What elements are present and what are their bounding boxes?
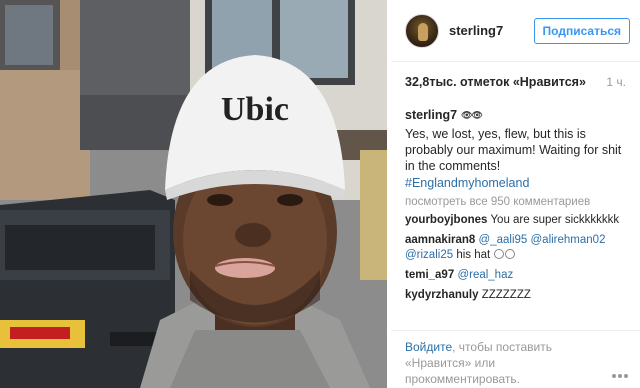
login-line-1: Войдите, чтобы поставить bbox=[405, 339, 626, 355]
post-photo-image: Ubic bbox=[0, 0, 387, 388]
comment-mention[interactable]: @_aali95 bbox=[479, 234, 528, 246]
comment-mention[interactable]: @rizali25 bbox=[405, 249, 453, 261]
comments-list: sterling7 👁👁 Yes, we lost, yes, flew, bu… bbox=[391, 108, 640, 303]
cap-logo-text: Ubic bbox=[221, 91, 289, 128]
comment-mention[interactable]: @real_haz bbox=[457, 269, 513, 281]
more-options-icon[interactable] bbox=[612, 374, 630, 380]
comment-text: his hat bbox=[456, 249, 491, 261]
or-text: или bbox=[471, 356, 496, 370]
eyes-emoji-icon: 👁👁 bbox=[461, 109, 483, 120]
comment-item: yourboyjbones You are super sickkkkkkk bbox=[405, 213, 626, 228]
caption-text: Yes, we lost, yes, flew, but this is pro… bbox=[405, 127, 622, 173]
post-sidebar: sterling7 Подписаться 32,8тыс. отметок «… bbox=[391, 0, 640, 388]
comment-text: ZZZZZZZ bbox=[481, 289, 531, 301]
comment-item: kydyrzhanuly ZZZZZZZ bbox=[405, 288, 626, 303]
caption-header: sterling7 👁👁 bbox=[405, 108, 626, 122]
post-header: sterling7 Подписаться bbox=[391, 0, 640, 62]
login-line-3: прокомментировать. bbox=[405, 372, 520, 386]
view-all-comments-link[interactable]: посмотреть все 950 комментариев bbox=[405, 196, 626, 208]
comment-username[interactable]: aamnakiran8 bbox=[405, 234, 475, 246]
smile-emoji-icon bbox=[494, 249, 505, 259]
post-time[interactable]: 1 ч. bbox=[606, 75, 626, 89]
smile-emoji-icon bbox=[505, 249, 516, 259]
likes-row: 32,8тыс. отметок «Нравится» 1 ч. bbox=[391, 62, 640, 102]
login-link[interactable]: Войдите bbox=[405, 340, 452, 354]
likes-count[interactable]: 32,8тыс. отметок «Нравится» bbox=[405, 75, 586, 89]
comment-mention[interactable]: @alirehman02 bbox=[531, 234, 606, 246]
login-text: , чтобы поставить bbox=[452, 340, 552, 354]
comment-item: aamnakiran8 @_aali95 @alirehman02 @rizal… bbox=[405, 233, 626, 263]
header-username[interactable]: sterling7 bbox=[449, 23, 534, 38]
login-line-2: «Нравится» или bbox=[405, 355, 626, 371]
comment-username[interactable]: yourboyjbones bbox=[405, 214, 487, 226]
like-text: «Нравится» bbox=[405, 356, 472, 370]
caption-username[interactable]: sterling7 bbox=[405, 108, 457, 122]
login-prompt: Войдите, чтобы поставить «Нравится» или … bbox=[391, 330, 640, 388]
comment-text: You are super sickkkkkkk bbox=[490, 214, 620, 226]
comment-username[interactable]: temi_a97 bbox=[405, 269, 454, 281]
comment-item: temi_a97 @real_haz bbox=[405, 268, 626, 283]
post-photo[interactable]: Ubic bbox=[0, 0, 387, 388]
comment-username[interactable]: kydyrzhanuly bbox=[405, 289, 479, 301]
caption-hashtag[interactable]: #Englandmyhomeland bbox=[405, 176, 626, 190]
avatar[interactable] bbox=[405, 13, 439, 48]
follow-button[interactable]: Подписаться bbox=[533, 17, 630, 44]
